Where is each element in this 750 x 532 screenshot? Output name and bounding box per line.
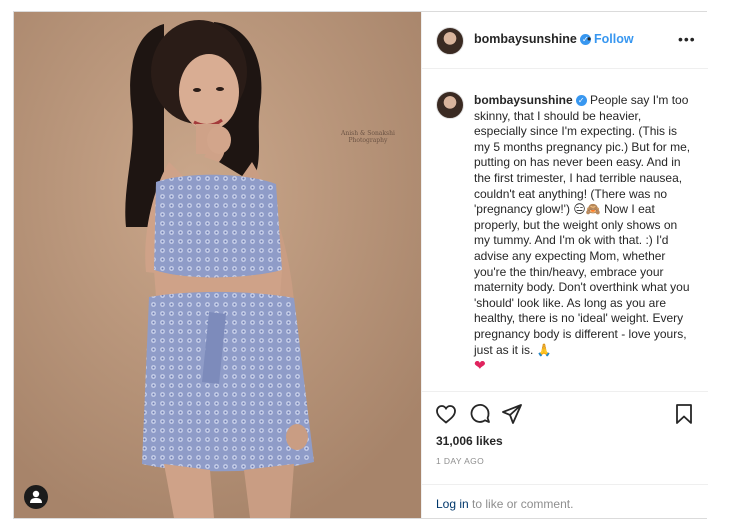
comment-icon[interactable]: [468, 402, 492, 426]
separator-dot: •: [587, 32, 592, 46]
action-icons: [434, 402, 696, 426]
verified-icon: ✓: [575, 95, 587, 107]
save-icon[interactable]: [672, 402, 696, 426]
user-icon: [30, 490, 42, 503]
avatar[interactable]: [436, 27, 464, 55]
login-link[interactable]: Log in: [436, 497, 469, 511]
post-photo[interactable]: Anish & Sonakshi Photography: [14, 12, 421, 518]
likes-count[interactable]: 31,006 likes: [436, 434, 503, 448]
login-text: Log in to like or comment.: [436, 497, 573, 511]
heart-emoji: ❤: [474, 357, 486, 374]
login-prompt: Log in to like or comment.: [422, 484, 708, 518]
caption-username-text[interactable]: bombaysunshine: [474, 93, 573, 107]
photo-credit-subtitle: Photography: [348, 137, 388, 144]
caption-section: bombaysunshine ✓ People say I'm too skinn…: [422, 69, 708, 391]
caption-body: People say I'm too skinny, that I should…: [474, 93, 691, 357]
user-tag-icon[interactable]: [24, 485, 48, 509]
timestamp[interactable]: 1 DAY AGO: [436, 456, 484, 466]
like-icon[interactable]: [434, 402, 458, 426]
login-suffix: to like or comment.: [468, 497, 574, 511]
caption-avatar[interactable]: [436, 91, 464, 119]
instagram-embed: Anish & Sonakshi Photography bombaysunsh…: [0, 0, 750, 532]
photo-credit: Anish & Sonakshi Photography: [341, 130, 395, 144]
photo-credit-name: Anish & Sonakshi: [341, 130, 395, 137]
username[interactable]: bombaysunshine ✓: [474, 32, 591, 46]
share-icon[interactable]: [500, 402, 524, 426]
post-header: bombaysunshine ✓ • Follow •••: [422, 12, 708, 69]
post-sidebar: bombaysunshine ✓ • Follow ••• bombaysunsh…: [421, 12, 708, 518]
post-card: Anish & Sonakshi Photography bombaysunsh…: [13, 11, 708, 519]
follow-button[interactable]: Follow: [594, 32, 634, 46]
actions-section: 31,006 likes 1 DAY AGO Log in to like or…: [422, 391, 708, 518]
username-text[interactable]: bombaysunshine: [474, 32, 577, 46]
more-options-icon[interactable]: •••: [678, 32, 696, 46]
photo-illustration: [14, 12, 421, 518]
caption-username[interactable]: bombaysunshine ✓: [474, 93, 587, 107]
caption-text: bombaysunshine ✓ People say I'm too skinn…: [474, 93, 694, 374]
